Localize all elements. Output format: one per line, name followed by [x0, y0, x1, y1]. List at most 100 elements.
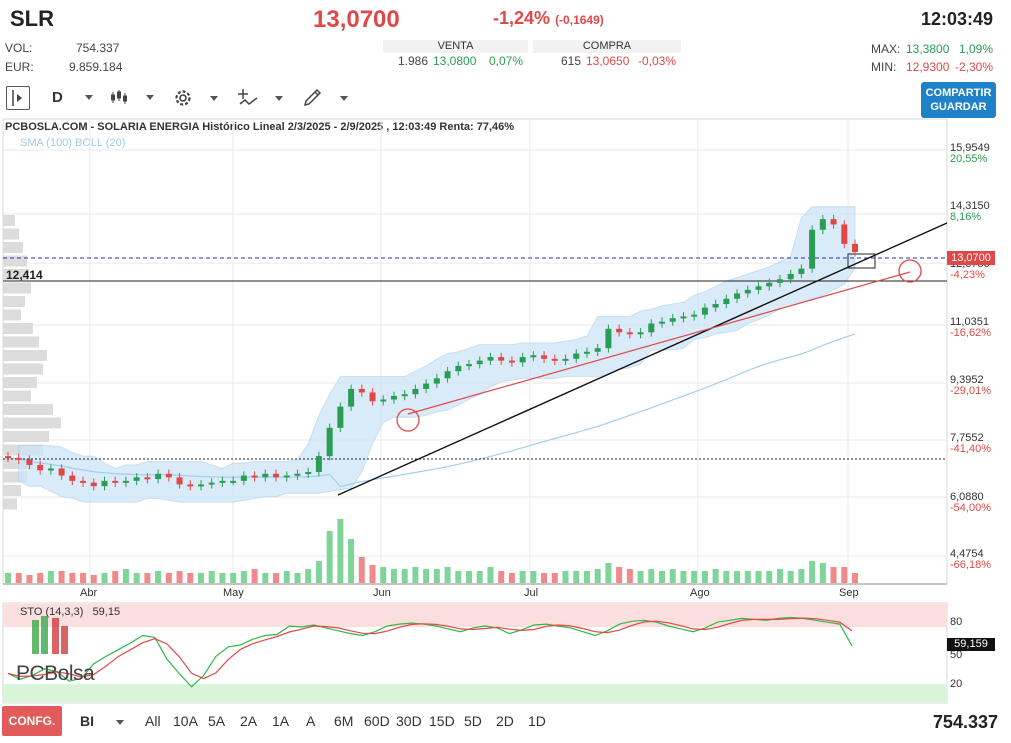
y-tick-percent: -41,40%: [950, 443, 991, 455]
candle-body: [58, 468, 65, 476]
candle-body: [326, 427, 333, 457]
venta-pct: 0,07%: [489, 54, 524, 68]
interval-select[interactable]: D: [52, 89, 93, 106]
settings-select[interactable]: [172, 87, 218, 109]
candle-body: [498, 357, 505, 361]
share-save-button[interactable]: COMPARTIR GUARDAR: [921, 82, 996, 118]
scale-select[interactable]: BI: [80, 713, 124, 729]
volume-bar: [133, 573, 140, 583]
candle-body: [776, 279, 783, 283]
volume-bar: [798, 569, 805, 583]
candle-body: [744, 289, 751, 294]
volume-bar: [230, 573, 237, 583]
volume-bar: [122, 569, 129, 583]
volume-bar: [219, 573, 226, 583]
volume-profile-bar: [3, 417, 61, 429]
max-pct: 1,09%: [959, 42, 994, 56]
volume-bar: [562, 571, 569, 583]
candle-body: [659, 321, 666, 324]
volume-bar: [337, 519, 344, 583]
current-price-tag: 13,0700: [947, 251, 995, 265]
candle-body: [197, 484, 204, 487]
period-1a[interactable]: 1A: [272, 713, 289, 729]
volume-bar: [155, 571, 162, 583]
share-label: COMPARTIR: [925, 87, 992, 99]
volume-bar: [819, 563, 826, 583]
stoch-level-20: 20: [950, 678, 963, 690]
period-2d[interactable]: 2D: [496, 713, 514, 729]
interval-value: D: [52, 89, 63, 106]
volume-bar: [423, 569, 430, 583]
volume-profile-bar: [3, 498, 17, 510]
candle-body: [219, 480, 226, 483]
candle-body: [294, 473, 301, 476]
volume-bar: [144, 573, 151, 583]
candle-body: [176, 477, 183, 485]
drawing-tools-select[interactable]: [302, 88, 348, 108]
volume-bar: [47, 571, 54, 583]
volume-bar: [101, 573, 108, 583]
candle-body: [755, 286, 762, 290]
candle-body: [69, 475, 76, 481]
volume-bar: [508, 573, 515, 583]
volume-bar: [551, 573, 558, 583]
period-all[interactable]: All: [145, 713, 161, 729]
x-tick-label: Ago: [690, 587, 710, 599]
volume-bar: [626, 569, 633, 583]
stoch-level-80: 80: [950, 616, 963, 628]
candle-body: [133, 477, 140, 481]
candle-body: [594, 348, 601, 352]
candle-body: [47, 468, 54, 471]
ticker-symbol: SLR: [10, 6, 54, 31]
period-60d[interactable]: 60D: [364, 713, 390, 729]
candle-body: [830, 219, 837, 225]
candle-body: [787, 273, 794, 280]
volume-bar: [58, 571, 65, 583]
candle-body: [26, 459, 33, 465]
candle-body: [155, 473, 162, 480]
period-1d[interactable]: 1D: [528, 713, 546, 729]
volume-bar: [369, 565, 376, 583]
period-a[interactable]: A: [306, 713, 315, 729]
min-label: MIN:: [871, 60, 897, 74]
candle-body: [541, 355, 548, 359]
volume-bar: [723, 571, 730, 583]
volume-bar: [680, 571, 687, 583]
stochastic-panel[interactable]: [0, 602, 1011, 705]
volume-bar: [251, 569, 258, 583]
max-value: 13,3800: [906, 42, 950, 56]
change-percent: -1,24%: [493, 8, 551, 28]
candle-body: [101, 480, 108, 487]
candle-body: [208, 482, 215, 485]
volume-bar: [26, 575, 33, 583]
volume-bar: [744, 571, 751, 583]
candle-body: [841, 224, 848, 244]
period-6m[interactable]: 6M: [334, 713, 353, 729]
config-button[interactable]: CONFG.: [2, 706, 62, 736]
candle-body: [37, 464, 44, 471]
period-2a[interactable]: 2A: [240, 713, 257, 729]
y-tick-percent: 8,16%: [950, 210, 982, 223]
volume-bar: [637, 571, 644, 583]
candle-body: [401, 394, 408, 397]
sidebar-toggle-icon[interactable]: [6, 86, 30, 110]
candle-body: [798, 268, 805, 274]
period-30d[interactable]: 30D: [396, 713, 422, 729]
period-5a[interactable]: 5A: [208, 713, 225, 729]
indicators-select[interactable]: [237, 87, 283, 109]
compra-qty: 615: [561, 54, 582, 68]
price-chart[interactable]: [0, 118, 1011, 598]
volume-bar: [380, 567, 387, 583]
eur-label: EUR:: [5, 60, 34, 74]
chart-type-select[interactable]: [110, 88, 154, 106]
period-15d[interactable]: 15D: [429, 713, 455, 729]
volume-bar: [348, 539, 355, 583]
volume-bar: [412, 567, 419, 583]
candle-body: [723, 298, 730, 305]
volume-bar: [401, 569, 408, 583]
y-tick-percent: -66,18%: [950, 559, 991, 571]
candle-body: [348, 388, 355, 407]
period-10a[interactable]: 10A: [173, 713, 198, 729]
period-5d[interactable]: 5D: [464, 713, 482, 729]
volume-bar: [305, 569, 312, 583]
